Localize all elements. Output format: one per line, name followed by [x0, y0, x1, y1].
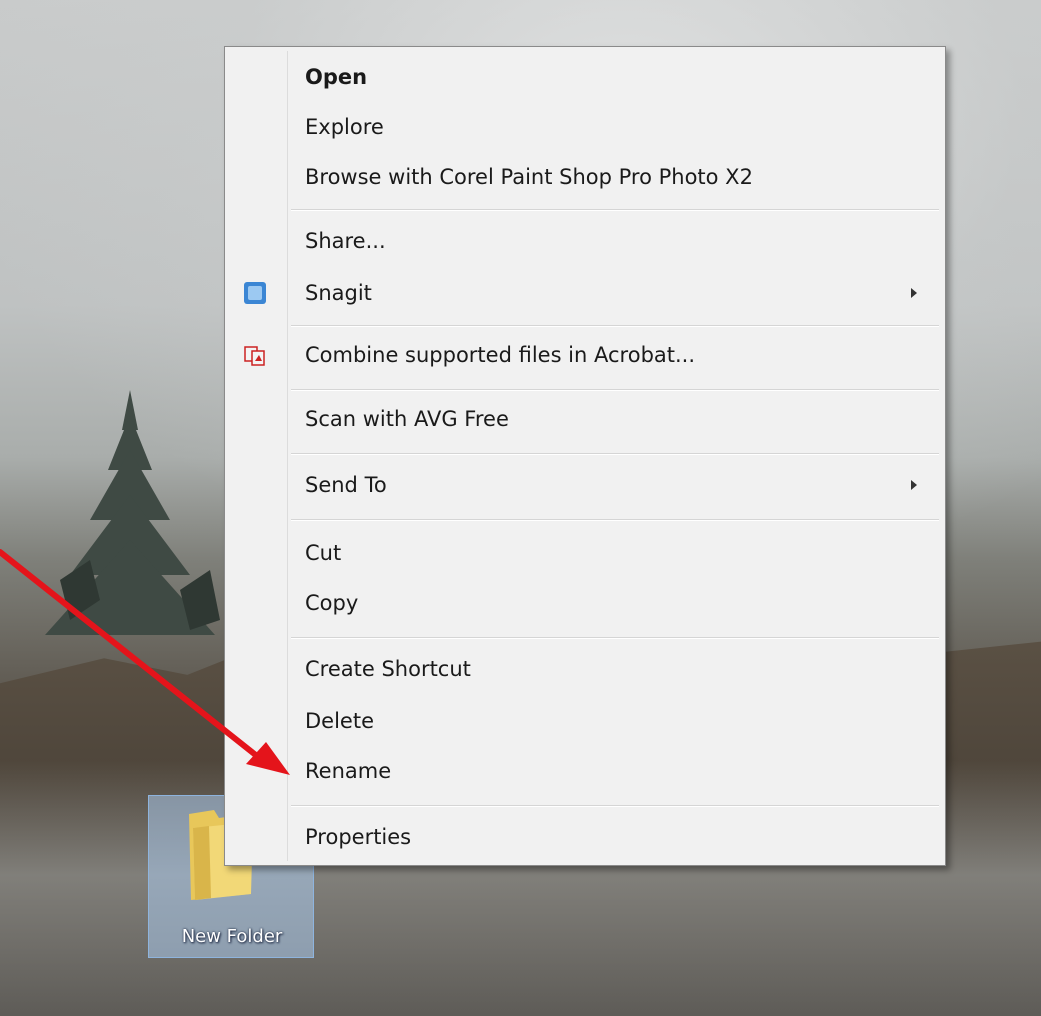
menu-item-create-shortcut[interactable]: Create Shortcut [229, 647, 941, 691]
menu-item-snagit[interactable]: Snagit [229, 271, 941, 315]
menu-separator [291, 453, 939, 455]
menu-item-label: Scan with AVG Free [305, 407, 509, 431]
menu-item-label: Cut [305, 541, 342, 565]
menu-item-label: Explore [305, 115, 384, 139]
menu-separator [291, 209, 939, 211]
menu-item-label: Browse with Corel Paint Shop Pro Photo X… [305, 165, 753, 189]
menu-item-label: Snagit [305, 281, 372, 305]
menu-item-delete[interactable]: Delete [229, 699, 941, 743]
menu-item-send-to[interactable]: Send To [229, 463, 941, 507]
menu-item-combine-acrobat[interactable]: Combine supported files in Acrobat... [229, 333, 941, 377]
menu-item-label: Properties [305, 825, 412, 849]
menu-item-label: Combine supported files in Acrobat... [305, 343, 696, 367]
menu-item-rename[interactable]: Rename [229, 749, 941, 793]
menu-item-explore[interactable]: Explore [229, 105, 941, 149]
menu-separator [291, 637, 939, 639]
menu-item-label: Share... [305, 229, 386, 253]
menu-item-copy[interactable]: Copy [229, 581, 941, 625]
acrobat-icon [244, 346, 265, 366]
menu-item-open[interactable]: Open [229, 55, 941, 99]
menu-separator [291, 389, 939, 391]
menu-item-scan-avg[interactable]: Scan with AVG Free [229, 397, 941, 441]
menu-item-label: Delete [305, 709, 374, 733]
menu-item-share[interactable]: Share... [229, 219, 941, 263]
menu-item-label: Copy [305, 591, 359, 615]
menu-separator [291, 805, 939, 807]
submenu-arrow-icon [911, 288, 917, 298]
menu-separator [291, 519, 939, 521]
menu-item-label: Rename [305, 759, 392, 783]
pine-tree [45, 390, 220, 635]
folder-label: New Folder [181, 926, 283, 947]
context-menu: Open Explore Browse with Corel Paint Sho… [224, 46, 946, 866]
menu-item-label: Create Shortcut [305, 657, 471, 681]
menu-separator [291, 325, 939, 327]
snagit-icon [244, 282, 266, 304]
menu-item-cut[interactable]: Cut [229, 531, 941, 575]
menu-item-browse-corel[interactable]: Browse with Corel Paint Shop Pro Photo X… [229, 155, 941, 199]
submenu-arrow-icon [911, 480, 917, 490]
menu-item-properties[interactable]: Properties [229, 815, 941, 859]
desktop-background: New Folder Open Explore Browse with Core… [0, 0, 1041, 1016]
menu-item-label: Open [305, 65, 368, 89]
menu-item-label: Send To [305, 473, 387, 497]
